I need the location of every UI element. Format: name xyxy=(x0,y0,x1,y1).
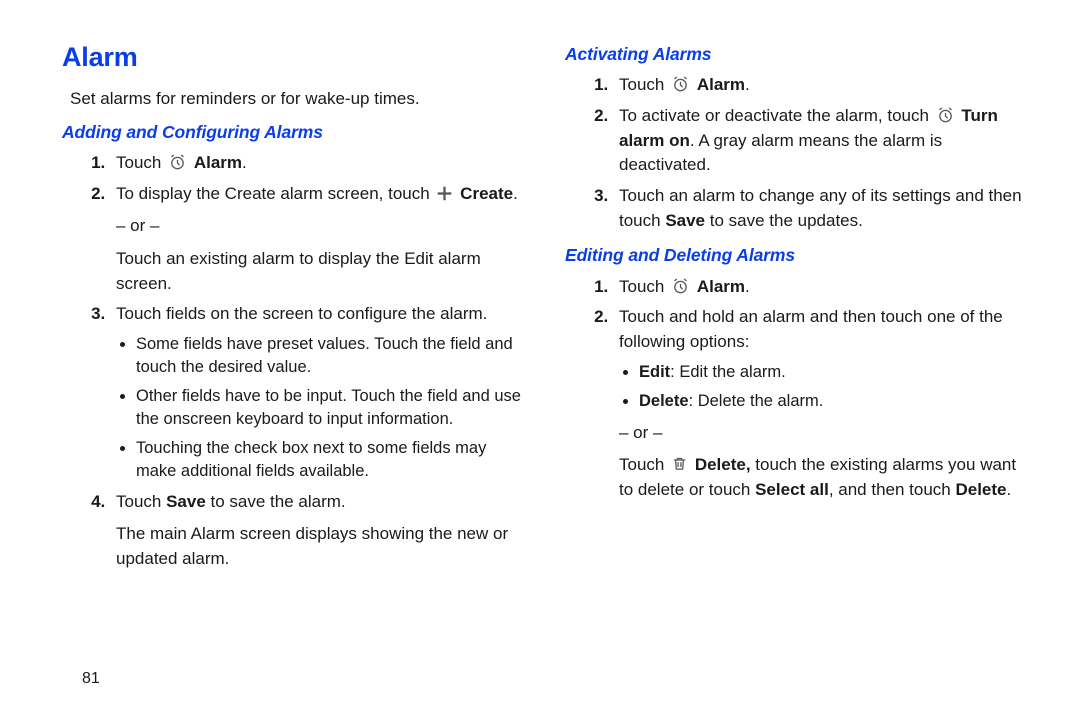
page-title: Alarm xyxy=(62,38,529,77)
intro-text: Set alarms for reminders or for wake-up … xyxy=(70,87,529,112)
step-2: To display the Create alarm screen, touc… xyxy=(110,182,529,297)
step-text: Touch xyxy=(619,277,669,296)
alarm-clock-icon xyxy=(168,152,187,171)
edit-label: Edit xyxy=(639,363,670,381)
text: Touch xyxy=(619,455,669,474)
right-column: Activating Alarms Touch Alarm. To activa… xyxy=(565,38,1032,577)
steps-activating: Touch Alarm. To activate or deactivate t… xyxy=(565,73,1032,233)
step-text: Touch xyxy=(116,492,166,511)
bullet-text: : Edit the alarm. xyxy=(670,363,786,381)
section-editing-deleting: Editing and Deleting Alarms xyxy=(565,243,1032,268)
page-number: 81 xyxy=(82,667,100,690)
plus-icon xyxy=(436,185,453,202)
alarm-clock-icon xyxy=(936,105,955,124)
step-4: Touch Save to save the alarm. The main A… xyxy=(110,490,529,572)
or-separator: – or – xyxy=(619,421,1032,446)
step-text: Touch xyxy=(116,153,166,172)
step-text: Touch fields on the screen to configure … xyxy=(116,304,487,323)
alarm-clock-icon xyxy=(671,74,690,93)
alarm-label: Alarm xyxy=(194,153,242,172)
step-continuation: Touch an existing alarm to display the E… xyxy=(116,247,529,296)
step-2: To activate or deactivate the alarm, tou… xyxy=(613,104,1032,178)
step-text: Touch and hold an alarm and then touch o… xyxy=(619,307,1003,351)
bullet-item: Edit: Edit the alarm. xyxy=(639,361,1032,384)
step-3-bullets: Some fields have preset values. Touch th… xyxy=(116,333,529,484)
step-text-end: . xyxy=(745,277,750,296)
alarm-clock-icon xyxy=(671,276,690,295)
select-all-label: Select all xyxy=(755,480,829,499)
text: , and then touch xyxy=(829,480,956,499)
steps-adding: Touch Alarm. To display the Create alarm… xyxy=(62,151,529,571)
bullet-item: Other fields have to be input. Touch the… xyxy=(136,385,529,431)
step-text-end: to save the updates. xyxy=(705,211,863,230)
step-text-end: . xyxy=(242,153,247,172)
step-1: Touch Alarm. xyxy=(613,73,1032,98)
step-text-end: . xyxy=(745,75,750,94)
step-3: Touch an alarm to change any of its sett… xyxy=(613,184,1032,233)
step-1: Touch Alarm. xyxy=(613,275,1032,300)
bullet-item: Delete: Delete the alarm. xyxy=(639,390,1032,413)
step-text: To display the Create alarm screen, touc… xyxy=(116,184,434,203)
step-text: To activate or deactivate the alarm, tou… xyxy=(619,106,934,125)
step-1: Touch Alarm. xyxy=(110,151,529,176)
save-label: Save xyxy=(166,492,206,511)
or-separator: – or – xyxy=(116,214,529,239)
manual-page: Alarm Set alarms for reminders or for wa… xyxy=(0,0,1080,720)
bullet-item: Some fields have preset values. Touch th… xyxy=(136,333,529,379)
delete-label: Delete, xyxy=(695,455,751,474)
alarm-label: Alarm xyxy=(697,277,745,296)
save-label: Save xyxy=(665,211,705,230)
step-text: Touch xyxy=(619,75,669,94)
create-label: Create xyxy=(460,184,513,203)
step-text-end: to save the alarm. xyxy=(206,492,346,511)
text: . xyxy=(1007,480,1012,499)
section-adding-configuring: Adding and Configuring Alarms xyxy=(62,120,529,145)
left-column: Alarm Set alarms for reminders or for wa… xyxy=(62,38,529,577)
delete-label: Delete xyxy=(639,392,689,410)
step-3: Touch fields on the screen to configure … xyxy=(110,302,529,483)
alarm-label: Alarm xyxy=(697,75,745,94)
steps-editing: Touch Alarm. Touch and hold an alarm and… xyxy=(565,275,1032,503)
bullet-text: : Delete the alarm. xyxy=(689,392,824,410)
step-text-end: . xyxy=(513,184,518,203)
step-2: Touch and hold an alarm and then touch o… xyxy=(613,305,1032,502)
step-continuation: Touch Delete, touch the existing alarms … xyxy=(619,453,1032,502)
section-activating: Activating Alarms xyxy=(565,42,1032,67)
two-column-layout: Alarm Set alarms for reminders or for wa… xyxy=(62,38,1032,577)
step-2-bullets: Edit: Edit the alarm. Delete: Delete the… xyxy=(619,361,1032,413)
bullet-item: Touching the check box next to some fiel… xyxy=(136,437,529,483)
step-continuation: The main Alarm screen displays showing t… xyxy=(116,522,529,571)
delete-label: Delete xyxy=(955,480,1006,499)
trash-icon xyxy=(671,454,688,473)
